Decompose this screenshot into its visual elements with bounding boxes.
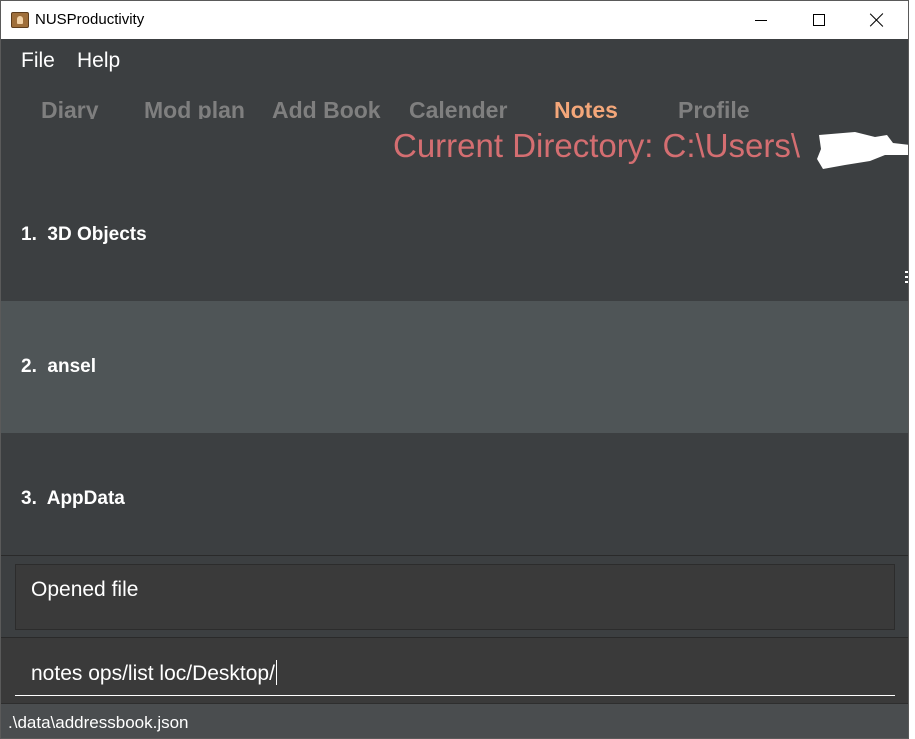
redaction-mark xyxy=(817,132,908,169)
menu-bar: File Help xyxy=(1,39,908,83)
current-directory-label: Current Directory: C:\Users\ xyxy=(393,127,801,164)
status-bar: .\data\addressbook.json xyxy=(1,703,908,738)
result-text: Opened file xyxy=(31,578,139,601)
tab-profile[interactable]: Profile xyxy=(678,97,750,119)
tab-diary[interactable]: Diary xyxy=(41,97,99,119)
text-caret xyxy=(275,660,277,685)
tab-bar: Diary Mod plan Add Book Calender Notes P… xyxy=(1,83,908,119)
status-bar-path: .\data\addressbook.json xyxy=(8,713,189,732)
result-display-pane: Opened file xyxy=(1,555,908,637)
command-box-pane: notes ops/list loc/Desktop/ xyxy=(1,637,908,703)
list-item-label: 2. ansel xyxy=(21,356,97,377)
app-window: NUSProductivity File Help Diary Mod plan… xyxy=(0,0,909,739)
tab-notes[interactable]: Notes xyxy=(554,97,618,119)
list-item[interactable]: 3. AppData xyxy=(1,433,908,555)
file-list: 1. 3D Objects 2. ansel 3. AppData xyxy=(1,169,908,555)
tab-calender[interactable]: Calender xyxy=(409,97,507,119)
menu-help[interactable]: Help xyxy=(77,49,120,73)
close-button[interactable] xyxy=(848,1,906,39)
minimize-button[interactable] xyxy=(732,1,790,39)
list-item-label: 1. 3D Objects xyxy=(21,224,147,245)
close-icon xyxy=(870,13,884,27)
list-item[interactable]: 1. 3D Objects xyxy=(1,169,908,301)
list-item-selected[interactable]: 2. ansel xyxy=(1,301,908,433)
app-icon xyxy=(11,12,29,28)
maximize-icon xyxy=(813,14,825,26)
result-display[interactable]: Opened file xyxy=(15,564,895,630)
window-title: NUSProductivity xyxy=(35,11,145,28)
minimize-icon xyxy=(755,19,767,21)
tab-mod-plan[interactable]: Mod plan xyxy=(144,97,245,119)
maximize-button[interactable] xyxy=(790,1,848,39)
list-item-label: 3. AppData xyxy=(21,488,125,509)
screen-edge xyxy=(909,0,915,739)
title-bar[interactable]: NUSProductivity xyxy=(1,1,908,39)
tab-add-book[interactable]: Add Book xyxy=(272,97,381,119)
command-text: notes ops/list loc/Desktop/ xyxy=(31,660,277,685)
command-input[interactable]: notes ops/list loc/Desktop/ xyxy=(15,648,895,696)
menu-file[interactable]: File xyxy=(21,49,55,73)
